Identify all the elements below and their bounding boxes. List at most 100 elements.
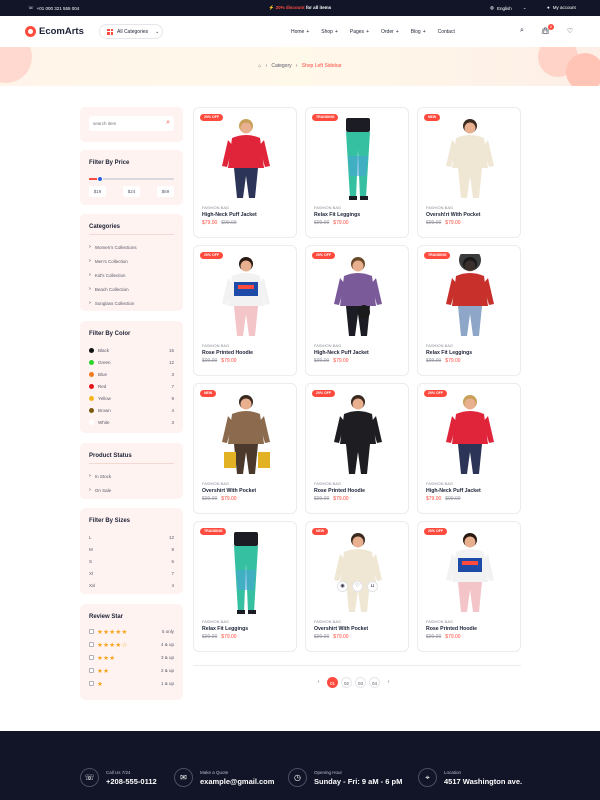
color-item[interactable]: Yellow 9 (89, 392, 174, 404)
category-item[interactable]: › Sunglass Collection (89, 296, 137, 310)
product-name[interactable]: Rose Printed Hoodie (426, 626, 477, 632)
product-image[interactable] (326, 530, 390, 614)
product-card[interactable]: 20% OFF FASHION BAG Rose Printed Hoodie $99… (193, 245, 297, 376)
size-item[interactable]: M8 (89, 543, 174, 555)
pagination-page[interactable]: 03 (355, 677, 366, 688)
product-image[interactable] (438, 530, 502, 614)
breadcrumb-category[interactable]: Category (271, 63, 291, 69)
product-name[interactable]: Relax Fit Leggings (426, 350, 472, 356)
color-item[interactable]: Brown 4 (89, 404, 174, 416)
product-card[interactable]: NEW FASHION BAG Oversh!rt With Pocket $99.0… (417, 107, 521, 238)
search-icon[interactable]: ⌕ (166, 119, 170, 127)
color-name: Yellow (98, 395, 111, 401)
nav-order[interactable]: Order + (381, 29, 399, 35)
size-item[interactable]: Xxl 4 (89, 579, 174, 591)
product-name[interactable]: Oversh!rt With Pocket (426, 212, 480, 218)
product-name[interactable]: Rose Printed Hoodie (314, 488, 365, 494)
pagination-next[interactable]: › (383, 677, 394, 688)
product-image[interactable] (214, 116, 278, 200)
cart-button[interactable]: 👜︎ 0 (541, 24, 554, 35)
product-name[interactable]: Rose Printed Hoodie (202, 350, 253, 356)
review-item[interactable]: ★★★★☆ 4 & up (89, 638, 174, 651)
price-min: $19 (89, 186, 106, 197)
color-item[interactable]: Black 15 (89, 344, 174, 356)
product-image[interactable] (438, 116, 502, 200)
status-item-on-sale[interactable]: › On Sale (89, 483, 111, 497)
category-item[interactable]: › Beach Collection (89, 282, 137, 296)
checkbox[interactable] (89, 642, 94, 647)
nav-blog[interactable]: Blog + (411, 29, 426, 35)
nav-home[interactable]: Home + (291, 29, 309, 35)
nav-shop[interactable]: Shop + (321, 29, 338, 35)
product-card[interactable]: NEW FASHION BAG Overshirt With Pocket $99.0… (193, 383, 297, 514)
price-range-slider[interactable] (89, 176, 174, 182)
product-image[interactable] (326, 392, 390, 476)
product-image[interactable] (326, 116, 390, 200)
checkbox[interactable] (89, 629, 94, 634)
price-slider-handle[interactable] (97, 176, 104, 182)
product-image[interactable] (438, 249, 502, 338)
review-item[interactable]: ★★ 2 & up (89, 664, 174, 677)
product-card[interactable]: TRANDING FASHION BAG Relax Fit Leggings $99… (305, 107, 409, 238)
checkbox[interactable] (89, 655, 94, 660)
eye-icon[interactable]: ◉ (337, 581, 348, 592)
product-card[interactable]: 20% OFF FASHION BAG Rose Printed Hoodie $99… (417, 521, 521, 652)
search-icon[interactable]: ⌕ (520, 27, 524, 35)
pagination-page[interactable]: 04 (369, 677, 380, 688)
color-item[interactable]: Red 7 (89, 380, 174, 392)
product-image[interactable] (214, 530, 278, 614)
product-card[interactable]: 20% OFF FASHION BAG High-Neck Puff Jacket $… (305, 245, 409, 376)
footer-call[interactable]: ☏ Call Us 7/24 +208-555-0112 (80, 768, 157, 787)
product-name[interactable]: High-Neck Puff Jacket (202, 212, 257, 218)
brand-logo[interactable]: EcomArts (25, 26, 84, 37)
nav-pages[interactable]: Pages + (350, 29, 369, 35)
bag-icon[interactable]: ⊔ (367, 581, 378, 592)
footer-location[interactable]: ⌖ Location 4517 Washington ave. (418, 768, 522, 787)
product-actions: ◉ ♡ ⊔ (337, 581, 378, 592)
product-card[interactable]: 20% OFF FASHION BAG High-Neck Puff Jacket $… (193, 107, 297, 238)
nav-contact[interactable]: Contact (438, 29, 455, 35)
review-item[interactable]: ★ 1 & up (89, 677, 174, 690)
product-name[interactable]: Relax Fit Leggings (202, 626, 248, 632)
size-item[interactable]: Xl 7 (89, 567, 174, 579)
product-name[interactable]: High-Neck Puff Jacket (426, 488, 481, 494)
product-card[interactable]: TRANDING FASHION BAG Relax Fit Leggings $99… (193, 521, 297, 652)
account-label: My account (552, 5, 576, 10)
product-image[interactable] (438, 392, 502, 476)
language-selector[interactable]: ◍ English ⌄ (490, 5, 526, 11)
color-item[interactable]: Blue 3 (89, 368, 174, 380)
all-categories-button[interactable]: All Categories ⌄ (99, 24, 163, 39)
pagination-page[interactable]: 02 (341, 677, 352, 688)
category-item[interactable]: › Kid's Collection (89, 268, 137, 282)
review-item[interactable]: ★★★★★ 5 only (89, 625, 174, 638)
size-item[interactable]: L 12 (89, 531, 174, 543)
product-name[interactable]: Overshirt With Pocket (314, 626, 368, 632)
checkbox[interactable] (89, 681, 94, 686)
category-item[interactable]: › Women's Collections (89, 240, 137, 254)
category-item[interactable]: › Men's Collection (89, 254, 137, 268)
home-icon[interactable]: ⌂ (258, 63, 261, 69)
product-name[interactable]: High-Neck Puff Jacket (314, 350, 369, 356)
product-image[interactable] (214, 392, 278, 476)
color-item[interactable]: White 3 (89, 416, 174, 428)
color-item[interactable]: Green 12 (89, 356, 174, 368)
sidebar-search-input[interactable]: search item ⌕ (89, 116, 174, 131)
product-image[interactable] (214, 254, 278, 338)
product-card[interactable]: 20% OFF FASHION BAG High-Neck Puff Jacket $… (417, 383, 521, 514)
review-item[interactable]: ★★★ 3 & up (89, 651, 174, 664)
product-name[interactable]: Overshirt With Pocket (202, 488, 256, 494)
product-name[interactable]: Relax Fit Leggings (314, 212, 360, 218)
checkbox[interactable] (89, 668, 94, 673)
account-link[interactable]: ● My account (547, 5, 576, 10)
pagination-prev[interactable]: ‹ (313, 677, 324, 688)
product-card[interactable]: 20% OFF FASHION BAG Rose Printed Hoodie $99… (305, 383, 409, 514)
product-card[interactable]: TRANDING FASHION BAG Relax Fit Leggings $99… (417, 245, 521, 376)
product-card[interactable]: NEW ◉ ♡ ⊔ FASHION BAG Overshirt With Pocket $9… (305, 521, 409, 652)
size-item[interactable]: S6 (89, 555, 174, 567)
heart-icon[interactable]: ♡ (567, 27, 573, 35)
heart-icon[interactable]: ♡ (352, 581, 363, 592)
pagination-page[interactable]: 01 (327, 677, 338, 688)
footer-quote[interactable]: ✉ Make a Quote example@gmail.com (174, 768, 274, 787)
product-image[interactable] (326, 254, 390, 338)
status-item-in-stock[interactable]: › In Stock (89, 469, 111, 483)
